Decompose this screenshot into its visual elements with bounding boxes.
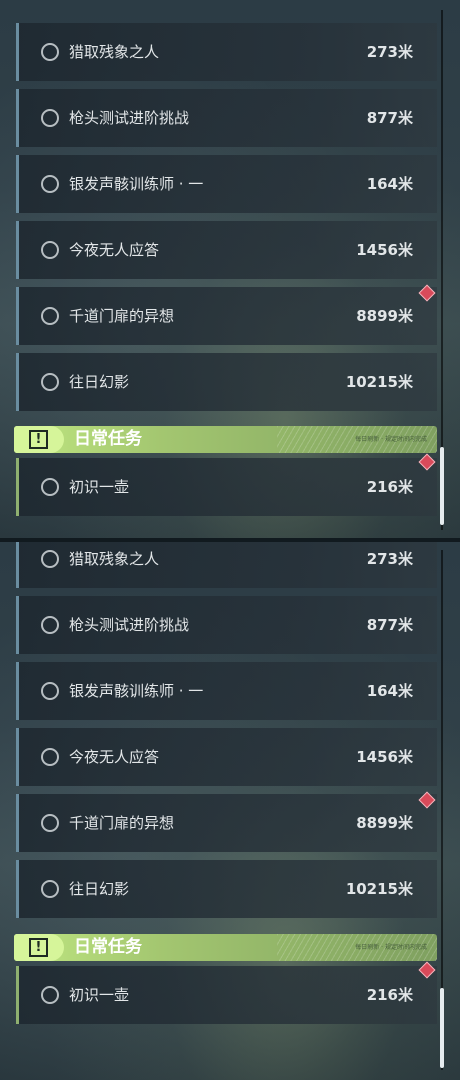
circle-icon xyxy=(41,43,59,61)
quest-row[interactable]: 银发声骸训练师 · 一 164米 xyxy=(16,155,437,213)
circle-icon xyxy=(41,814,59,832)
circle-icon xyxy=(41,616,59,634)
quest-panel-top: 猎取残象之人 273米 枪头测试进阶挑战 877米 银发声骸训练师 · 一 16… xyxy=(0,0,460,540)
quest-row[interactable]: 枪头测试进阶挑战 877米 xyxy=(16,596,437,654)
daily-tasks-note: 每日刷新 · 规定时间内完成 xyxy=(355,944,427,951)
circle-icon xyxy=(41,241,59,259)
quest-row[interactable]: 猎取残象之人 273米 xyxy=(16,540,437,588)
alert-icon: ! xyxy=(29,938,48,957)
quest-distance: 8899米 xyxy=(356,814,413,832)
quest-row[interactable]: 千道门扉的异想 8899米 xyxy=(16,794,437,852)
daily-quest-row[interactable]: 初识一壶 216米 xyxy=(16,966,437,1024)
quest-row[interactable]: 往日幻影 10215米 xyxy=(16,860,437,918)
circle-icon xyxy=(41,307,59,325)
quest-distance: 1456米 xyxy=(356,748,413,766)
panel-divider xyxy=(0,538,460,542)
quest-title: 今夜无人应答 xyxy=(69,748,160,766)
quest-row[interactable]: 千道门扉的异想 8899米 xyxy=(16,287,437,345)
quest-row[interactable]: 今夜无人应答 1456米 xyxy=(16,728,437,786)
quest-distance: 1456米 xyxy=(356,241,413,259)
quest-distance: 877米 xyxy=(366,616,413,634)
quest-distance: 273米 xyxy=(366,550,413,568)
circle-icon xyxy=(41,682,59,700)
quest-row[interactable]: 枪头测试进阶挑战 877米 xyxy=(16,89,437,147)
quest-distance: 8899米 xyxy=(356,307,413,325)
quest-distance: 216米 xyxy=(366,986,413,1004)
quest-title: 往日幻影 xyxy=(69,373,130,391)
quest-title: 银发声骸训练师 · 一 xyxy=(69,682,204,700)
scrollbar-thumb[interactable] xyxy=(440,447,444,525)
quest-row[interactable]: 今夜无人应答 1456米 xyxy=(16,221,437,279)
daily-tasks-note: 每日刷新 · 规定时间内完成 xyxy=(355,436,427,443)
circle-icon xyxy=(41,175,59,193)
circle-icon xyxy=(41,109,59,127)
quest-distance: 273米 xyxy=(366,43,413,61)
quest-title: 银发声骸训练师 · 一 xyxy=(69,175,204,193)
quest-title: 初识一壶 xyxy=(69,478,130,496)
quest-title: 猎取残象之人 xyxy=(69,43,160,61)
daily-tasks-header[interactable]: ! 日常任务 每日刷新 · 规定时间内完成 xyxy=(14,426,437,453)
daily-tasks-header[interactable]: ! 日常任务 每日刷新 · 规定时间内完成 xyxy=(14,934,437,961)
quest-distance: 10215米 xyxy=(345,373,413,391)
circle-icon xyxy=(41,550,59,568)
quest-panel-bottom: 猎取残象之人 273米 枪头测试进阶挑战 877米 银发声骸训练师 · 一 16… xyxy=(0,540,460,1080)
scrollbar-thumb[interactable] xyxy=(440,988,444,1068)
quest-distance: 216米 xyxy=(366,478,413,496)
quest-distance: 164米 xyxy=(366,682,413,700)
quest-title: 猎取残象之人 xyxy=(69,550,160,568)
circle-icon xyxy=(41,880,59,898)
circle-icon xyxy=(41,373,59,391)
alert-icon: ! xyxy=(29,430,48,449)
quest-title: 往日幻影 xyxy=(69,880,130,898)
quest-distance: 164米 xyxy=(366,175,413,193)
quest-title: 枪头测试进阶挑战 xyxy=(69,616,190,634)
quest-row[interactable]: 往日幻影 10215米 xyxy=(16,353,437,411)
daily-quest-row[interactable]: 初识一壶 216米 xyxy=(16,458,437,516)
quest-title: 初识一壶 xyxy=(69,986,130,1004)
daily-tasks-label: 日常任务 xyxy=(74,937,142,957)
quest-distance: 877米 xyxy=(366,109,413,127)
quest-title: 枪头测试进阶挑战 xyxy=(69,109,190,127)
quest-row[interactable]: 银发声骸训练师 · 一 164米 xyxy=(16,662,437,720)
quest-row[interactable]: 猎取残象之人 273米 xyxy=(16,23,437,81)
daily-tasks-label: 日常任务 xyxy=(74,429,142,449)
circle-icon xyxy=(41,478,59,496)
circle-icon xyxy=(41,986,59,1004)
quest-distance: 10215米 xyxy=(345,880,413,898)
quest-title: 今夜无人应答 xyxy=(69,241,160,259)
circle-icon xyxy=(41,748,59,766)
quest-title: 千道门扉的异想 xyxy=(69,814,175,832)
quest-title: 千道门扉的异想 xyxy=(69,307,175,325)
